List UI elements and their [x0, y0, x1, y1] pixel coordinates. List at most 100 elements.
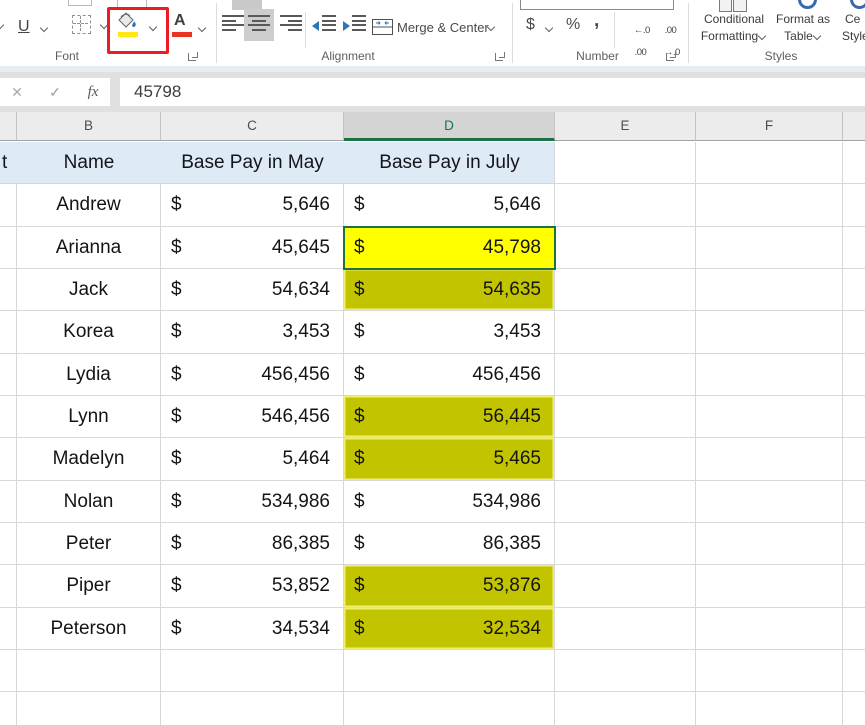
cell-empty[interactable] — [555, 438, 696, 481]
cell-empty[interactable] — [555, 227, 696, 269]
column-header-A[interactable] — [0, 112, 17, 141]
format-as-table-button[interactable]: Format as Table — [772, 12, 834, 46]
cell-empty[interactable] — [696, 311, 843, 354]
cell-base-pay-may[interactable]: $546,456 — [161, 396, 344, 438]
cell-empty[interactable] — [696, 184, 843, 227]
cell-empty[interactable] — [843, 227, 865, 269]
cell-empty[interactable] — [555, 354, 696, 396]
column-header-B[interactable]: B — [17, 112, 161, 141]
cell-base-pay-may[interactable]: $5,646 — [161, 184, 344, 227]
cell-a-sliver[interactable] — [0, 523, 17, 565]
cell-empty[interactable] — [843, 354, 865, 396]
cell-base-pay-may[interactable]: $53,852 — [161, 565, 344, 608]
cell-base-pay-july-active[interactable]: $45,798 — [344, 227, 555, 269]
cell-base-pay-july[interactable]: $5,465 — [344, 438, 555, 481]
column-header-D[interactable]: D — [344, 112, 555, 141]
cell-empty[interactable] — [843, 311, 865, 354]
cell-empty[interactable] — [344, 650, 555, 692]
cell-empty[interactable] — [161, 692, 344, 725]
cell-empty[interactable] — [555, 396, 696, 438]
cell-a-sliver[interactable] — [0, 269, 17, 311]
cell-empty[interactable] — [344, 692, 555, 725]
cell-a-sliver[interactable] — [0, 311, 17, 354]
cell-a-sliver[interactable] — [0, 481, 17, 523]
cell-empty[interactable] — [843, 396, 865, 438]
cell-empty[interactable] — [696, 142, 843, 184]
cell-empty[interactable] — [555, 608, 696, 650]
column-header-C[interactable]: C — [161, 112, 344, 141]
align-center-button[interactable] — [244, 9, 274, 41]
cell-a-sliver[interactable] — [0, 184, 17, 227]
cell-base-pay-may[interactable]: $534,986 — [161, 481, 344, 523]
cell-empty[interactable] — [843, 565, 865, 608]
cell-empty[interactable] — [17, 692, 161, 725]
cell-base-pay-july[interactable]: $5,646 — [344, 184, 555, 227]
cell-empty[interactable] — [843, 438, 865, 481]
cell-empty[interactable] — [17, 650, 161, 692]
font-dialog-launcher-icon[interactable] — [188, 50, 199, 61]
cell-empty[interactable] — [843, 269, 865, 311]
cell-empty[interactable] — [843, 608, 865, 650]
column-header-G[interactable] — [843, 112, 865, 141]
column-header-F[interactable]: F — [696, 112, 843, 141]
cell-base-pay-may[interactable]: $54,634 — [161, 269, 344, 311]
cell-name[interactable]: Lydia — [17, 354, 161, 396]
cell-empty[interactable] — [555, 565, 696, 608]
cell-name[interactable]: Lynn — [17, 396, 161, 438]
cell-base-pay-may[interactable]: $34,534 — [161, 608, 344, 650]
cell-a-sliver[interactable] — [0, 227, 17, 269]
cell-empty[interactable] — [696, 438, 843, 481]
cell-empty[interactable] — [696, 692, 843, 725]
column-header-E[interactable]: E — [555, 112, 696, 141]
cell-empty[interactable] — [696, 396, 843, 438]
cell-empty[interactable] — [555, 692, 696, 725]
cell-name[interactable]: Jack — [17, 269, 161, 311]
cell-empty[interactable] — [696, 523, 843, 565]
percent-style-button[interactable]: % — [566, 16, 586, 40]
cell-styles-button[interactable]: Ce Style — [842, 12, 865, 46]
cell-empty[interactable] — [843, 650, 865, 692]
cell-base-pay-july[interactable]: $3,453 — [344, 311, 555, 354]
cell-base-pay-may[interactable]: $86,385 — [161, 523, 344, 565]
cell-empty[interactable] — [696, 227, 843, 269]
alignment-dialog-launcher-icon[interactable] — [495, 50, 506, 61]
cell-name[interactable]: Andrew — [17, 184, 161, 227]
conditional-formatting-button[interactable]: Conditional Formatting — [694, 12, 774, 46]
cell-empty[interactable] — [555, 481, 696, 523]
cell-base-pay-july[interactable]: $56,445 — [344, 396, 555, 438]
cell-base-pay-july[interactable]: $53,876 — [344, 565, 555, 608]
cell-name[interactable]: Piper — [17, 565, 161, 608]
cell-empty[interactable] — [161, 650, 344, 692]
cell-base-pay-may[interactable]: $456,456 — [161, 354, 344, 396]
cell-name[interactable]: Korea — [17, 311, 161, 354]
insert-function-icon[interactable]: fx — [82, 78, 104, 106]
cell-empty[interactable] — [555, 650, 696, 692]
underline-button[interactable]: U — [14, 13, 54, 41]
cell-empty[interactable] — [0, 692, 17, 725]
cell-a-sliver[interactable] — [0, 396, 17, 438]
cell-empty[interactable] — [0, 650, 17, 692]
cell-base-pay-may[interactable]: $5,464 — [161, 438, 344, 481]
cell-name[interactable]: Peter — [17, 523, 161, 565]
font-color-button[interactable]: A — [170, 12, 212, 42]
cell-empty[interactable] — [555, 184, 696, 227]
cell-empty[interactable] — [843, 481, 865, 523]
increase-indent-button[interactable] — [342, 15, 366, 35]
merge-center-button[interactable]: Merge & Center — [372, 13, 502, 43]
cell-a-sliver[interactable] — [0, 608, 17, 650]
formula-input[interactable]: 45798 — [120, 78, 865, 106]
cell-name[interactable]: Peterson — [17, 608, 161, 650]
decrease-indent-button[interactable] — [312, 15, 336, 35]
cell-empty[interactable] — [843, 142, 865, 184]
cell-base-pay-may[interactable]: $3,453 — [161, 311, 344, 354]
enter-icon[interactable]: ✓ — [44, 78, 66, 106]
cell-empty[interactable] — [843, 692, 865, 725]
cell-a-sliver[interactable] — [0, 354, 17, 396]
cell-empty[interactable] — [843, 523, 865, 565]
cell-base-pay-may[interactable]: $45,645 — [161, 227, 344, 269]
cell-empty[interactable] — [555, 269, 696, 311]
cell-a-sliver[interactable] — [0, 438, 17, 481]
cell-empty[interactable] — [555, 142, 696, 184]
cell-base-pay-july[interactable]: $54,635 — [344, 269, 555, 311]
cell-name[interactable]: Madelyn — [17, 438, 161, 481]
